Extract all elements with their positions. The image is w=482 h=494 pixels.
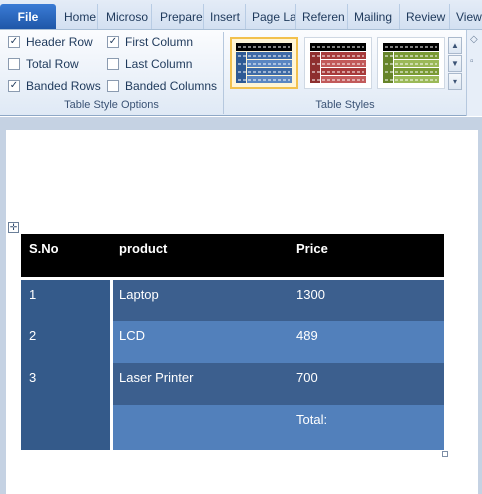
- first-column-label: First Column: [125, 35, 194, 49]
- total-row-option[interactable]: Total Row: [8, 57, 79, 71]
- cell-sno[interactable]: 2: [21, 321, 110, 343]
- borders-icon[interactable]: ▫: [470, 56, 474, 67]
- cell-price[interactable]: 700: [288, 363, 438, 385]
- header-cell-product[interactable]: product: [111, 234, 288, 277]
- banded-columns-checkbox[interactable]: [107, 80, 119, 92]
- last-column-label: Last Column: [125, 57, 193, 71]
- tab-references[interactable]: Referen: [296, 4, 348, 29]
- tab-microsoft[interactable]: Microso: [100, 4, 152, 29]
- banded-columns-label: Banded Columns: [125, 79, 218, 93]
- shading-icon[interactable]: ◇: [470, 34, 478, 45]
- table-style-green-preview: [383, 43, 439, 83]
- header-row-checkbox[interactable]: ✓: [8, 36, 20, 48]
- first-column-option[interactable]: ✓ First Column: [107, 35, 193, 49]
- cell-product[interactable]: Laser Printer: [111, 363, 288, 385]
- last-column-checkbox[interactable]: [107, 58, 119, 70]
- tab-file[interactable]: File: [0, 4, 56, 29]
- tab-review[interactable]: Review: [400, 4, 450, 29]
- table-styles-label: Table Styles: [315, 99, 375, 111]
- tab-view[interactable]: View: [450, 4, 482, 29]
- table-resize-handle-icon[interactable]: [442, 451, 448, 457]
- cell-price[interactable]: 1300: [288, 280, 438, 302]
- cell-sno[interactable]: [21, 405, 110, 412]
- cell-sno[interactable]: 3: [21, 363, 110, 385]
- cell-sno[interactable]: 1: [21, 280, 110, 302]
- banded-rows-checkbox[interactable]: ✓: [8, 80, 20, 92]
- gallery-scroll-up-icon[interactable]: ▲: [448, 37, 462, 54]
- cell-product[interactable]: Laptop: [111, 280, 288, 302]
- table-move-handle-icon[interactable]: ✛: [8, 222, 19, 233]
- banded-columns-option[interactable]: Banded Columns: [107, 79, 217, 93]
- tab-insert[interactable]: Insert: [204, 4, 246, 29]
- header-cell-sno[interactable]: S.No: [21, 234, 111, 277]
- cell-price[interactable]: 489: [288, 321, 438, 343]
- ribbon-overflow-area: ◇ ▫: [466, 30, 482, 116]
- total-row-checkbox[interactable]: [8, 58, 20, 70]
- cell-product[interactable]: [111, 405, 288, 412]
- gallery-scroll-down-icon[interactable]: ▼: [448, 55, 462, 72]
- header-row-option[interactable]: ✓ Header Row: [8, 35, 93, 49]
- header-cell-price[interactable]: Price: [288, 234, 444, 277]
- table-style-red-preview: [310, 43, 366, 83]
- gallery-more-icon[interactable]: ▾: [448, 73, 462, 90]
- tab-page-layout[interactable]: Page La: [246, 4, 296, 29]
- cell-total-label[interactable]: Total:: [288, 405, 438, 427]
- total-row-label: Total Row: [26, 57, 79, 71]
- banded-rows-option[interactable]: ✓ Banded Rows: [8, 79, 101, 93]
- last-column-option[interactable]: Last Column: [107, 57, 192, 71]
- table-style-red[interactable]: [304, 37, 372, 89]
- table-style-green[interactable]: [377, 37, 445, 89]
- ribbon-tab-bar: File Home Microso Prepare Insert Page La…: [0, 0, 482, 30]
- header-row-label: Header Row: [26, 35, 93, 49]
- first-column-checkbox[interactable]: ✓: [107, 36, 119, 48]
- table-style-options-label: Table Style Options: [64, 99, 159, 111]
- tab-home[interactable]: Home: [58, 4, 98, 29]
- tab-mailings[interactable]: Mailing: [348, 4, 400, 29]
- tab-prepare[interactable]: Prepare: [154, 4, 204, 29]
- table-style-blue-preview: [236, 43, 292, 83]
- cell-product[interactable]: LCD: [111, 321, 288, 343]
- banded-rows-label: Banded Rows: [26, 79, 101, 93]
- table-style-blue[interactable]: [230, 37, 298, 89]
